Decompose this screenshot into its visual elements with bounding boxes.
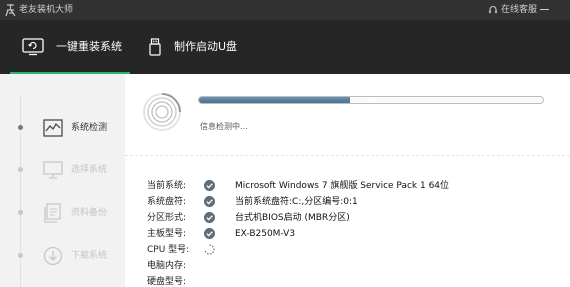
tab-make-usb-label: 制作启动U盘 [174, 40, 238, 53]
app-title: 老友装机大师 [19, 5, 74, 15]
sidebar-step-select-system: 选择系统 [0, 155, 125, 185]
sidebar-step-label: 资料备份 [71, 208, 108, 218]
documents-icon [44, 203, 61, 223]
tab-make-usb[interactable]: 制作启动U盘 [148, 20, 298, 74]
info-row: 硬盘型号: [147, 274, 567, 287]
info-label: CPU 型号: [147, 245, 190, 255]
section-divider [125, 155, 570, 156]
info-row: 分区形式: 台式机BIOS启动 (MBR分区) [147, 210, 567, 226]
detection-progress-bar: 44% [198, 96, 544, 104]
sidebar-step-label: 下载系统 [71, 251, 108, 261]
online-service-label: 在线客服 [501, 5, 538, 15]
sidebar-step-data-backup: 资料备份 [0, 198, 125, 228]
detection-spinner-icon [143, 93, 181, 131]
step-dot [18, 125, 23, 130]
info-value: EX-B250M-V3 [235, 229, 296, 239]
info-value: 台式机BIOS启动 (MBR分区) [235, 213, 350, 223]
step-dot [18, 210, 23, 215]
info-label: 系统盘符: [147, 197, 187, 207]
info-row: 系统盘符: 当前系统盘符:C:,分区编号:0:1 [147, 194, 567, 210]
title-bar: 老友装机大师 在线客服 [0, 0, 570, 20]
check-icon [204, 212, 215, 223]
info-value: 当前系统盘符:C:,分区编号:0:1 [235, 197, 358, 207]
minimize-button[interactable] [540, 9, 549, 10]
step-sidebar: 系统检测 选择系统 资料备份 下载系统 [0, 74, 125, 287]
sidebar-step-system-check: 系统检测 [0, 113, 125, 143]
info-value: Microsoft Windows 7 旗舰版 Service Pack 1 6… [235, 181, 450, 191]
app-logo-icon [5, 4, 16, 17]
info-row: 主板型号: EX-B250M-V3 [147, 226, 567, 242]
detection-status-text: 信息检测中... [200, 122, 248, 131]
usb-drive-icon [149, 38, 161, 56]
info-row: CPU 型号: [147, 242, 567, 258]
sidebar-step-label: 系统检测 [71, 123, 108, 133]
headset-icon [489, 6, 497, 14]
progress-percent: 44% [364, 96, 378, 103]
check-icon [204, 180, 215, 191]
app-window: 老友装机大师 在线客服 一键重装系统 制作启动U盘 系统检测 选择系统 资料备份… [0, 0, 570, 287]
tab-one-click-reinstall[interactable]: 一键重装系统 [10, 20, 130, 74]
tab-one-click-reinstall-label: 一键重装系统 [56, 40, 122, 53]
online-service-button[interactable]: 在线客服 [488, 3, 537, 17]
info-label: 分区形式: [147, 213, 187, 223]
sidebar-step-label: 选择系统 [71, 165, 108, 175]
monitor-icon [43, 161, 63, 179]
info-label: 主板型号: [147, 229, 187, 239]
reinstall-icon [22, 38, 44, 56]
step-dot [18, 167, 23, 172]
check-icon [204, 196, 215, 207]
info-row: 电脑内存: [147, 258, 567, 274]
step-dot [18, 253, 23, 258]
info-label: 电脑内存: [147, 261, 187, 271]
system-check-icon [43, 119, 63, 137]
header-tab-bar: 一键重装系统 制作启动U盘 [0, 20, 570, 74]
check-icon [204, 228, 215, 239]
info-row: 当前系统: Microsoft Windows 7 旗舰版 Service Pac… [147, 178, 567, 194]
sidebar-step-download-system: 下载系统 [0, 241, 125, 271]
info-label: 硬盘型号: [147, 277, 187, 287]
info-label: 当前系统: [147, 181, 187, 191]
download-icon [43, 246, 63, 266]
loading-spinner-icon [204, 244, 215, 255]
